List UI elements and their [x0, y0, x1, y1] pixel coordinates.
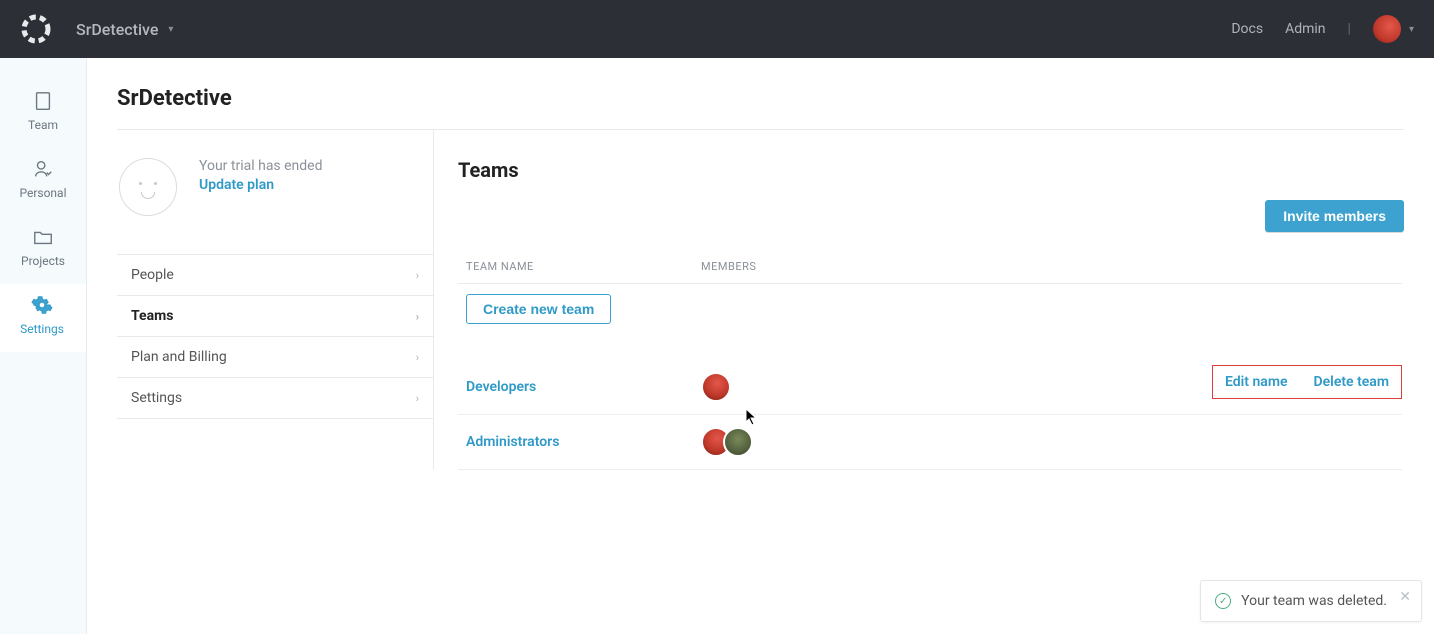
divider: |	[1348, 21, 1351, 37]
toast-message: Your team was deleted.	[1241, 593, 1387, 609]
members-cell	[701, 427, 745, 457]
chevron-right-icon: ›	[416, 310, 419, 323]
avatar	[723, 427, 753, 457]
column-header-members: MEMBERS	[701, 260, 1394, 273]
avatar	[701, 372, 731, 402]
right-panel: Teams Invite members TEAM NAME MEMBERS C…	[434, 130, 1404, 470]
sidebar-label: Personal	[19, 186, 66, 200]
trial-message: Your trial has ended	[199, 158, 323, 174]
page-title: SrDetective	[117, 86, 1404, 111]
trial-banner: Your trial has ended Update plan	[117, 158, 433, 254]
members-cell	[701, 372, 723, 402]
topbar: SrDetective ▾ Docs Admin | ▾	[0, 0, 1434, 58]
team-row: Administrators	[458, 415, 1402, 470]
subnav-item-teams[interactable]: Teams ›	[117, 296, 433, 337]
chevron-right-icon: ›	[416, 392, 419, 405]
sidebar-item-personal[interactable]: Personal	[0, 148, 86, 216]
team-link-developers[interactable]: Developers	[466, 379, 701, 395]
create-team-button[interactable]: Create new team	[466, 294, 611, 324]
teams-title: Teams	[458, 158, 1404, 182]
sidebar-item-projects[interactable]: Projects	[0, 216, 86, 284]
sidebar-label: Settings	[20, 322, 64, 336]
admin-link[interactable]: Admin	[1285, 21, 1325, 37]
settings-subnav: People › Teams › Plan and Billing › Sett…	[117, 254, 433, 419]
subnav-label: People	[131, 267, 174, 283]
user-menu[interactable]: ▾	[1373, 15, 1414, 43]
row-actions: Edit name Delete team	[1212, 365, 1402, 399]
sidebar-label: Team	[28, 118, 58, 132]
close-icon[interactable]: ✕	[1399, 589, 1411, 605]
subnav-label: Plan and Billing	[131, 349, 227, 365]
chevron-right-icon: ›	[416, 351, 419, 364]
delete-team-link[interactable]: Delete team	[1314, 374, 1389, 390]
sidebar-item-settings[interactable]: Settings	[0, 284, 86, 352]
team-link-administrators[interactable]: Administrators	[466, 434, 701, 450]
org-switcher[interactable]: SrDetective ▾	[76, 20, 173, 39]
table-header: TEAM NAME MEMBERS	[458, 260, 1402, 284]
sad-face-icon	[119, 158, 177, 216]
subnav-item-settings[interactable]: Settings ›	[117, 378, 433, 418]
logo-icon	[20, 13, 52, 45]
sidebar-label: Projects	[21, 254, 65, 268]
org-name: SrDetective	[76, 20, 158, 39]
check-circle-icon: ✓	[1215, 593, 1231, 609]
chevron-down-icon: ▾	[168, 24, 173, 35]
subnav-item-plan[interactable]: Plan and Billing ›	[117, 337, 433, 378]
toast-notification: ✓ Your team was deleted. ✕	[1200, 580, 1422, 622]
subnav-label: Teams	[131, 308, 173, 324]
avatar	[1373, 15, 1401, 43]
sidebar-item-team[interactable]: Team	[0, 80, 86, 148]
chevron-down-icon: ▾	[1409, 24, 1414, 35]
docs-link[interactable]: Docs	[1231, 21, 1263, 37]
subnav-item-people[interactable]: People ›	[117, 255, 433, 296]
column-header-name: TEAM NAME	[466, 260, 701, 273]
left-panel: Your trial has ended Update plan People …	[117, 130, 434, 470]
invite-members-button[interactable]: Invite members	[1265, 200, 1404, 232]
sidebar: Team Personal Projects Settings	[0, 58, 87, 634]
team-row: Developers Edit name Delete team	[458, 360, 1402, 415]
chevron-right-icon: ›	[416, 269, 419, 282]
update-plan-link[interactable]: Update plan	[199, 177, 323, 193]
subnav-label: Settings	[131, 390, 182, 406]
teams-table: TEAM NAME MEMBERS Create new team Develo…	[458, 260, 1402, 470]
edit-name-link[interactable]: Edit name	[1225, 374, 1288, 390]
content-area: SrDetective Your trial has ended Update …	[87, 58, 1434, 634]
